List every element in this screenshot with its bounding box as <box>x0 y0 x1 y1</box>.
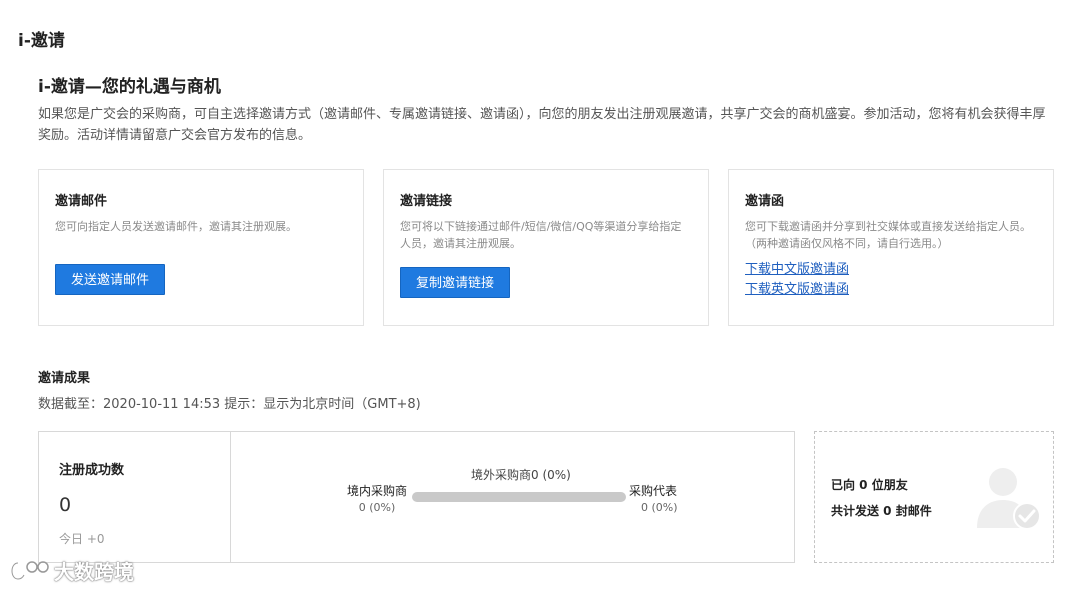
send-invite-email-button[interactable]: 发送邀请邮件 <box>55 264 166 295</box>
breakdown-bar <box>412 492 626 502</box>
domestic-buyer-value: 0 (0%) <box>358 501 396 514</box>
copy-invite-link-button[interactable]: 复制邀请链接 <box>400 267 511 298</box>
data-timestamp-note: 数据截至：2020-10-11 14:53 提示：显示为北京时间（GMT+8) <box>38 397 421 412</box>
invite-email-card: 邀请邮件 您可向指定人员发送邀请邮件，邀请其注册观展。 发送邀请邮件 <box>38 169 364 326</box>
invite-link-title: 邀请链接 <box>400 194 453 209</box>
buyer-rep-value: 0 (0%) <box>641 501 678 514</box>
watermark: 大数跨境 <box>8 556 134 585</box>
invite-letter-desc: 您可下载邀请函并分享到社交媒体或直接发送给指定人员。（两种邀请函仅风格不同，请自… <box>745 220 1031 250</box>
invite-email-desc: 您可向指定人员发送邀请邮件，邀请其注册观展。 <box>55 220 297 233</box>
download-cn-letter-link[interactable]: 下载中文版邀请函 <box>745 260 1037 280</box>
registration-label: 注册成功数 <box>59 463 125 478</box>
invite-stats-panel: 注册成功数 0 今日 +0 境外采购商0 (0%) 境内采购商 0 (0%) 采… <box>38 431 795 563</box>
emails-sent-text: 共计发送 0 封邮件 <box>831 504 932 518</box>
intro-text: 如果您是广交会的采购商，可自主选择邀请方式（邀请邮件、专属邀请链接、邀请函），向… <box>38 107 1046 143</box>
invite-email-title: 邀请邮件 <box>55 194 108 209</box>
page-title: i-邀请 <box>18 31 65 51</box>
registration-count: 0 <box>59 494 72 516</box>
friends-count-text: 已向 0 位朋友 <box>831 478 908 492</box>
registration-today: 今日 +0 <box>59 532 105 546</box>
watermark-text: 大数跨境 <box>54 560 134 584</box>
friends-invited-panel: 已向 0 位朋友 共计发送 0 封邮件 <box>814 431 1054 563</box>
download-en-letter-link[interactable]: 下载英文版邀请函 <box>745 280 1037 300</box>
results-title: 邀请成果 <box>38 371 91 386</box>
user-check-icon <box>977 468 1041 530</box>
buyer-rep-label: 采购代表 <box>629 484 678 498</box>
watermark-logo-icon <box>10 560 49 581</box>
section-heading: i-邀请—您的礼遇与商机 <box>38 77 221 97</box>
invite-letter-card: 邀请函 您可下载邀请函并分享到社交媒体或直接发送给指定人员。（两种邀请函仅风格不… <box>728 169 1054 326</box>
invite-link-card: 邀请链接 您可将以下链接通过邮件/短信/微信/QQ等渠道分享给指定人员，邀请其注… <box>383 169 709 326</box>
invite-letter-title: 邀请函 <box>745 194 785 209</box>
buyer-breakdown-chart: 境外采购商0 (0%) 境内采购商 0 (0%) 采购代表 0 (0%) <box>231 432 794 562</box>
overseas-buyer-label: 境外采购商0 (0%) <box>471 468 571 482</box>
invite-link-desc: 您可将以下链接通过邮件/短信/微信/QQ等渠道分享给指定人员，邀请其注册观展。 <box>400 220 682 250</box>
registration-summary: 注册成功数 0 今日 +0 <box>39 432 231 562</box>
domestic-buyer-label: 境内采购商 <box>346 484 407 498</box>
